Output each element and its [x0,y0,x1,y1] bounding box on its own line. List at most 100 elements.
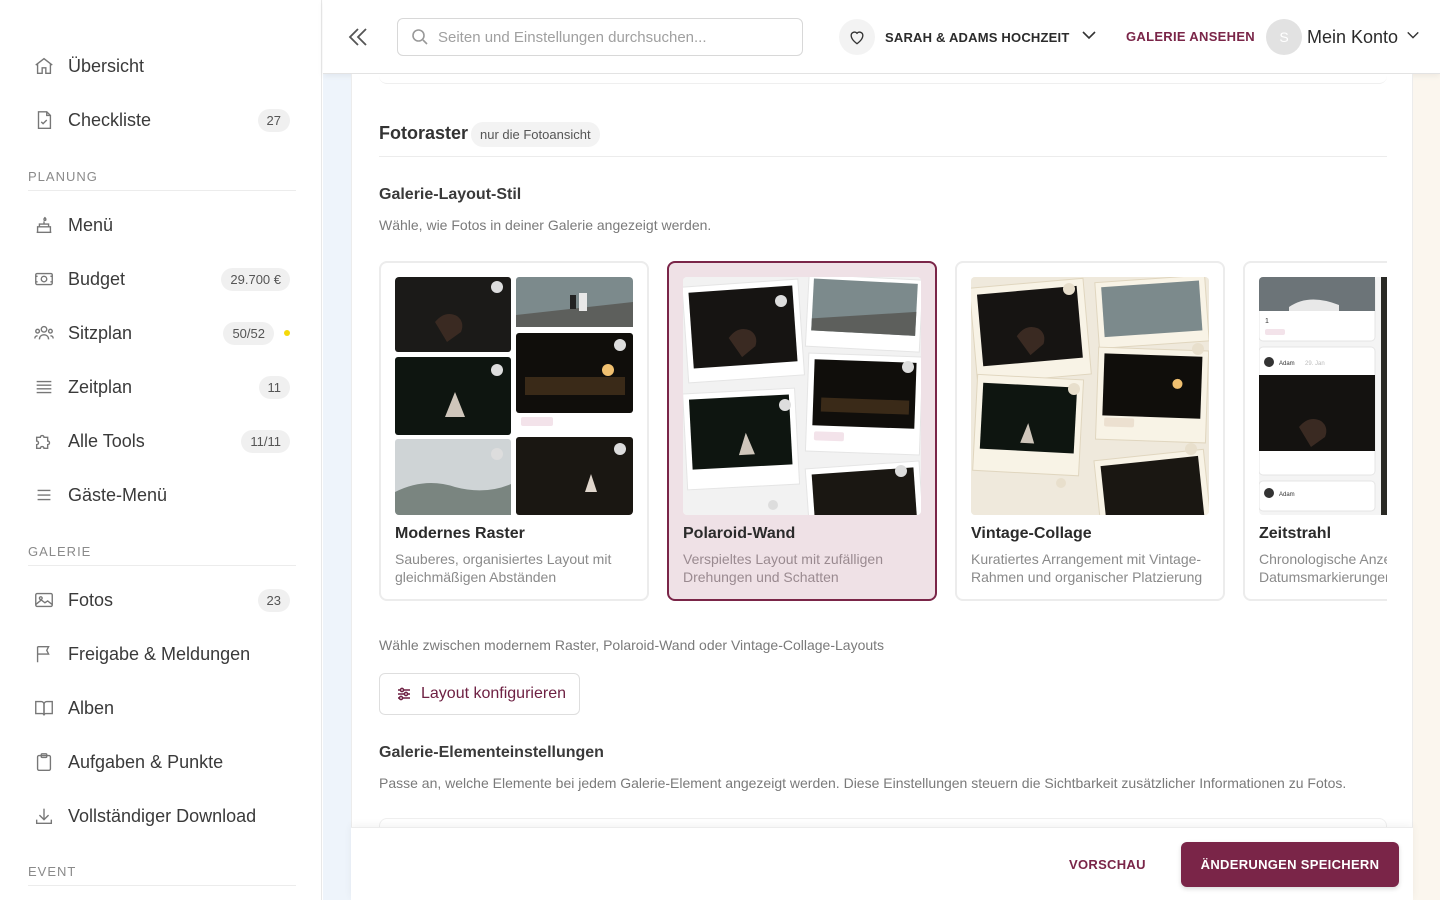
save-changes-button[interactable]: ÄNDERUNGEN SPEICHERN [1181,842,1399,887]
action-bar: VORSCHAU ÄNDERUNGEN SPEICHERN [351,827,1413,900]
list-icon [32,375,56,399]
search-icon [410,27,430,47]
sidebar-item-checklist[interactable]: Checkliste 27 [28,100,294,140]
sidebar-item-overview[interactable]: Übersicht [28,46,294,86]
cake-icon [32,213,56,237]
collapse-sidebar-button[interactable] [345,24,371,50]
event-name: SARAH & ADAMS HOCHZEIT [885,29,1070,45]
sidebar-item-all-tools[interactable]: Alle Tools 11/11 [28,421,294,461]
sidebar-item-label: Sitzplan [68,322,133,343]
layout-note: Wähle zwischen modernem Raster, Polaroid… [379,637,885,653]
event-selector[interactable]: SARAH & ADAMS HOCHZEIT [839,18,1097,56]
amount-badge: 29.700 € [221,267,290,291]
layout-title: Vintage-Collage [971,525,1092,542]
sidebar-item-label: Übersicht [68,55,145,76]
layout-option-vintage-collage[interactable]: Vintage-Collage Kuratiertes Arrangement … [955,261,1225,601]
layout-option-polaroid-wall[interactable]: Polaroid-Wand Verspieltes Layout mit zuf… [667,261,937,601]
count-badge: 23 [257,588,290,612]
sidebar-item-label: Gäste-Menü [68,484,168,505]
settings-card: Fotoraster nur die Fotoansicht Galerie-L… [351,74,1413,900]
configure-layout-button[interactable]: Layout konfigurieren [379,673,580,715]
sidebar-item-label: Budget [68,268,126,289]
preview-button[interactable]: VORSCHAU [1069,857,1146,872]
layout-option-modern-grid[interactable]: Modernes Raster Sauberes, organisiertes … [379,261,649,601]
flag-icon [32,642,56,666]
layout-option-timeline[interactable]: 1 Adam 29. Jan Adam Zeitstrahl Chronolog… [1243,261,1387,601]
count-badge: 11 [258,375,290,399]
home-icon [32,54,56,78]
download-icon [32,804,56,828]
sidebar-item-budget[interactable]: Budget 29.700 € [28,259,294,299]
people-icon [32,321,56,345]
layout-description: Sauberes, organisiertes Layout mit gleic… [395,551,612,585]
search-input[interactable] [438,28,798,46]
sliders-icon [396,686,412,702]
avatar: S [1266,19,1302,55]
sidebar-item-seating[interactable]: Sitzplan 50/52 [28,313,294,353]
top-bar: SARAH & ADAMS HOCHZEIT GALERIE ANSEHEN S… [323,0,1440,74]
section-title: Fotoraster [379,123,469,143]
layout-preview-image: 1 Adam 29. Jan Adam [1259,277,1387,515]
sidebar-item-sharing[interactable]: Freigabe & Meldungen [28,634,294,674]
sidebar-item-guest-menu[interactable]: Gäste-Menü [28,475,294,515]
count-badge: 27 [257,108,290,132]
sidebar-item-label: Alben [68,697,115,718]
layout-description: Verspieltes Layout mit zufälligen Drehun… [683,551,883,585]
checklist-icon [32,108,56,132]
layout-description: Kuratiertes Arrangement mit Vintage-Rahm… [971,551,1203,585]
sidebar-item-label: Checkliste [68,109,152,130]
puzzle-icon [32,429,56,453]
previous-section-edge [379,74,1387,84]
layout-preview-image [971,277,1209,515]
sidebar-item-label: Menü [68,214,114,235]
layout-options: Modernes Raster Sauberes, organisiertes … [379,261,1387,601]
chevron-down-icon [1406,28,1420,47]
menu-icon [32,483,56,507]
sidebar-item-label: Aufgaben & Punkte [68,751,224,772]
search-box[interactable] [397,18,803,56]
sidebar: Übersicht Checkliste 27 PLANUNG Menü Bud… [0,0,322,900]
section-label-event: EVENT [28,864,296,886]
sidebar-item-label: Zeitplan [68,376,133,397]
timeline-like-count: 1 [1265,318,1269,325]
timeline-user-name: Adam [1279,361,1295,367]
money-icon [32,267,56,291]
layout-style-description: Wähle, wie Fotos in deiner Galerie angez… [379,217,712,233]
count-badge: 50/52 [223,321,274,345]
account-menu[interactable]: S Mein Konto [1266,18,1420,56]
sidebar-item-tasks[interactable]: Aufgaben & Punkte [28,742,294,782]
element-settings-title: Galerie-Elementeinstellungen [379,744,604,761]
status-dot [284,330,290,336]
configure-layout-label: Layout konfigurieren [421,685,566,702]
timeline-date: 29. Jan [1305,361,1325,367]
layout-description: Chronologische Anzeige mit Datumsmarkier… [1259,551,1387,585]
element-settings-description: Passe an, welche Elemente bei jedem Gale… [379,775,1347,791]
layout-title: Zeitstrahl [1259,525,1332,542]
sidebar-item-albums[interactable]: Alben [28,688,294,728]
sidebar-item-download[interactable]: Vollständiger Download [28,796,294,836]
view-gallery-link[interactable]: GALERIE ANSEHEN [1126,29,1255,44]
section-pill: nur die Fotoansicht [471,122,600,147]
sidebar-item-label: Freigabe & Meldungen [68,643,251,664]
divider [379,156,1387,157]
sidebar-item-label: Fotos [68,589,114,610]
layout-preview-image [395,277,633,515]
image-icon [32,588,56,612]
page-background-left [323,74,351,900]
double-chevron-left-icon [348,28,367,46]
book-icon [32,696,56,720]
clipboard-icon [32,750,56,774]
count-badge: 11/11 [241,429,290,453]
heart-icon [839,19,875,55]
layout-preview-image [683,277,921,515]
sidebar-item-menu[interactable]: Menü [28,205,294,245]
layout-style-title: Galerie-Layout-Stil [379,186,522,203]
chevron-down-icon [1081,27,1097,48]
sidebar-item-timeline[interactable]: Zeitplan 11 [28,367,294,407]
section-label-planning: PLANUNG [28,169,296,191]
layout-title: Modernes Raster [395,525,525,542]
timeline-user-name: Adam [1279,492,1295,498]
sidebar-item-photos[interactable]: Fotos 23 [28,580,294,620]
section-label-gallery: GALERIE [28,544,296,566]
sidebar-item-label: Alle Tools [68,430,145,451]
